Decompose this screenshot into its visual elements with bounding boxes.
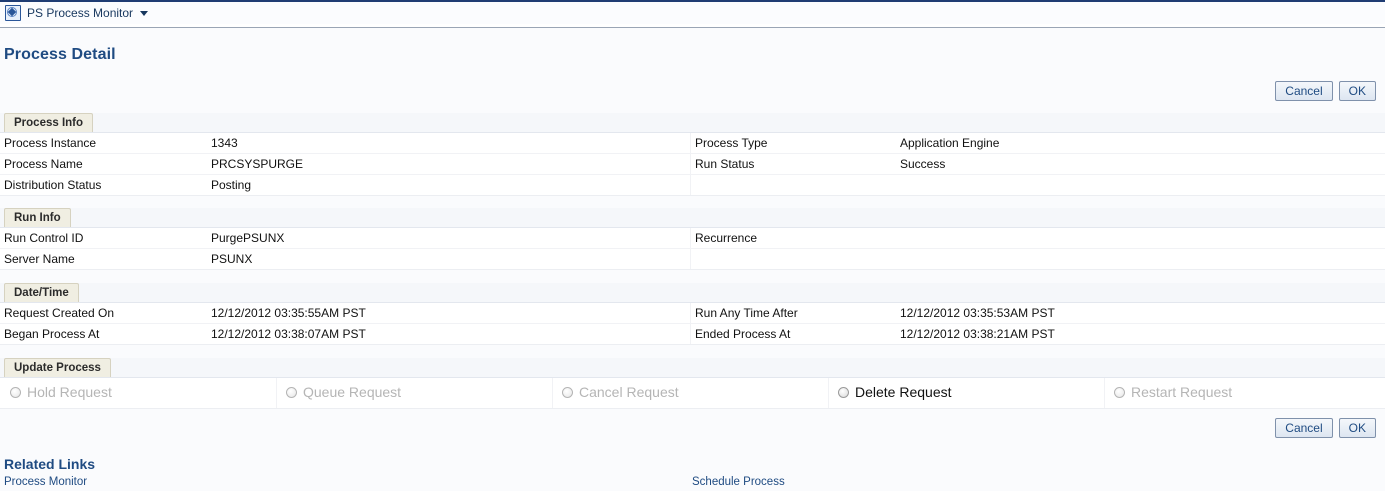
radio-dot-icon [286,386,297,398]
field-label: Run Control ID [4,231,84,245]
column-divider [690,324,691,344]
ok-button-bottom[interactable]: OK [1338,418,1376,438]
bottom-button-bar: Cancel OK [1275,418,1376,438]
field-value: PSUNX [211,252,253,266]
radio-dot-icon [1114,386,1125,398]
field-label: Process Name [4,157,83,171]
browser-tab-strip: PS Process Monitor [0,0,1385,24]
section-update-process: Update Process Hold Request Queue Reques… [0,358,1385,409]
table-row: Process Name PRCSYSPURGE Run Status Succ… [0,154,1385,175]
field-label: Process Instance [4,136,97,150]
field-value: 12/12/2012 03:38:21AM PST [900,327,1055,341]
field-label: Ended Process At [695,327,791,341]
column-divider [1104,378,1105,408]
table-row: Request Created On 12/12/2012 03:35:55AM… [0,303,1385,324]
radio-dot-icon [10,386,21,398]
field-label: Began Process At [4,327,100,341]
table-row: Distribution Status Posting [0,175,1385,196]
related-links-title: Related Links [4,456,96,472]
radio-delete-request[interactable]: Delete Request [838,384,952,400]
section-tab-run-info[interactable]: Run Info [4,208,71,227]
radio-dot-icon [838,386,849,398]
field-value: 12/12/2012 03:38:07AM PST [211,327,366,341]
table-row: Server Name PSUNX [0,249,1385,270]
section-header-run-info: Run Info [0,208,1385,228]
column-divider [690,249,691,269]
field-label: Distribution Status [4,178,102,192]
radio-label: Delete Request [855,384,952,400]
column-divider [690,154,691,174]
process-detail-page: Process Detail Cancel OK Process Info Pr… [0,28,1385,500]
column-divider [690,133,691,153]
field-value: 12/12/2012 03:35:53AM PST [900,306,1055,320]
field-value: 1343 [211,136,238,150]
radio-hold-request[interactable]: Hold Request [10,384,112,400]
field-value: PRCSYSPURGE [211,157,304,171]
tab-label: PS Process Monitor [27,6,134,20]
field-label: Run Any Time After [695,306,798,320]
link-process-monitor[interactable]: Process Monitor [4,476,87,488]
radio-label: Hold Request [27,384,112,400]
section-header-date-time: Date/Time [0,283,1385,303]
section-process-info: Process Info Process Instance 1343 Proce… [0,113,1385,196]
section-header-process-info: Process Info [0,113,1385,133]
cancel-button-top[interactable]: Cancel [1275,81,1333,101]
section-tab-date-time[interactable]: Date/Time [4,283,79,302]
column-divider [690,175,691,195]
column-divider [276,378,277,408]
field-value: 12/12/2012 03:35:55AM PST [211,306,366,320]
field-label: Run Status [695,157,755,171]
field-label: Process Type [695,136,768,150]
field-label: Server Name [4,252,75,266]
radio-cancel-request[interactable]: Cancel Request [562,384,679,400]
page-bottom-fill [0,491,1385,500]
field-value: Posting [211,178,252,192]
field-label: Request Created On [4,306,115,320]
cancel-button-bottom[interactable]: Cancel [1275,418,1333,438]
section-tab-process-info[interactable]: Process Info [4,113,94,132]
radio-queue-request[interactable]: Queue Request [286,384,401,400]
column-divider [552,378,553,408]
tab-ps-process-monitor[interactable]: PS Process Monitor [0,2,156,24]
column-divider [690,303,691,323]
top-button-bar: Cancel OK [1275,81,1376,101]
link-schedule-process[interactable]: Schedule Process [692,476,785,488]
date-time-rows: Request Created On 12/12/2012 03:35:55AM… [0,303,1385,345]
radio-label: Restart Request [1131,384,1233,400]
page-title: Process Detail [4,46,116,63]
process-info-rows: Process Instance 1343 Process Type Appli… [0,133,1385,196]
section-run-info: Run Info Run Control ID PurgePSUNX Recur… [0,208,1385,270]
column-divider [828,378,829,408]
field-value: PurgePSUNX [211,231,285,245]
ok-button-top[interactable]: OK [1338,81,1376,101]
radio-dot-icon [562,386,573,398]
radio-label: Queue Request [303,384,402,400]
column-divider [690,228,691,248]
update-process-radio-group: Hold Request Queue Request Cancel Reques… [0,378,1385,409]
radio-restart-request[interactable]: Restart Request [1114,384,1232,400]
table-row: Run Control ID PurgePSUNX Recurrence [0,228,1385,249]
radio-label: Cancel Request [579,384,679,400]
chevron-down-icon[interactable] [140,10,149,16]
section-date-time: Date/Time Request Created On 12/12/2012 … [0,283,1385,345]
field-label: Recurrence [695,231,758,245]
field-value: Application Engine [900,136,1000,150]
table-row: Began Process At 12/12/2012 03:38:07AM P… [0,324,1385,345]
section-tab-update-process[interactable]: Update Process [4,358,111,377]
table-row: Process Instance 1343 Process Type Appli… [0,133,1385,154]
run-info-rows: Run Control ID PurgePSUNX Recurrence Ser… [0,228,1385,270]
field-value: Success [900,157,946,171]
process-monitor-icon [5,5,21,21]
section-header-update-process: Update Process [0,358,1385,378]
